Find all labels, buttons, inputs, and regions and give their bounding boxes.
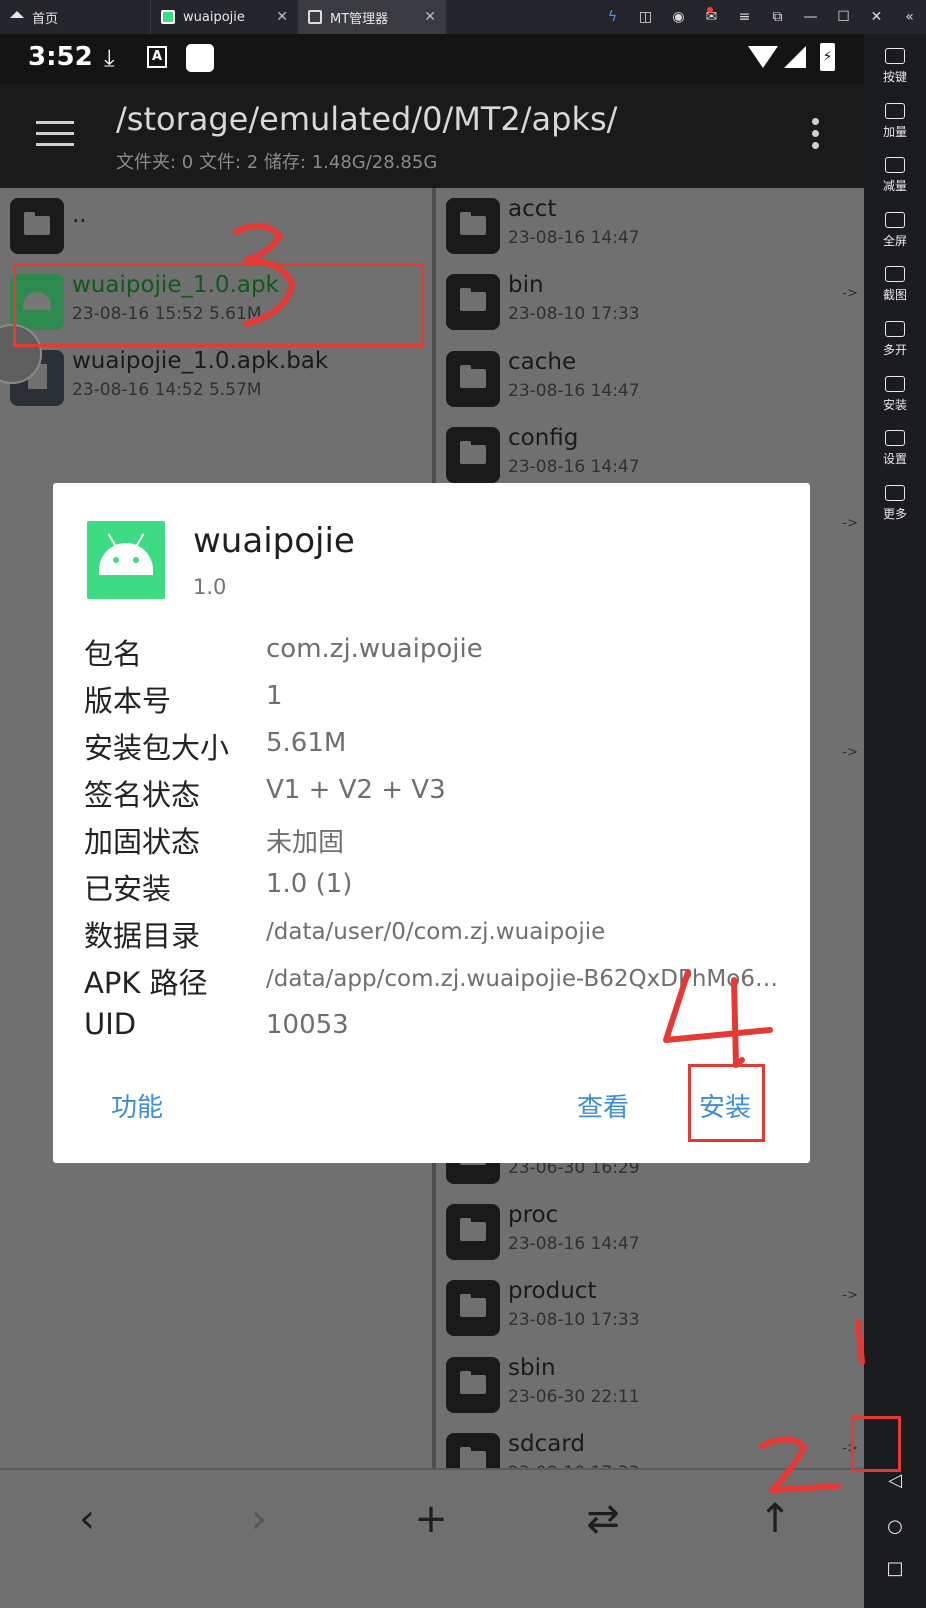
handwritten-4 (663, 969, 773, 1068)
handwritten-3 (233, 223, 295, 327)
handwritten-annotations (233, 223, 865, 1493)
handwritten-1 (855, 1319, 865, 1365)
handwritten-2 (759, 1436, 841, 1493)
emulator-window: 首页 wuaipojie ✕ MT管理器 ✕ ϟ ◫ ◉ ✉ ≡ ⧉ — ☐ ✕… (0, 0, 926, 1608)
